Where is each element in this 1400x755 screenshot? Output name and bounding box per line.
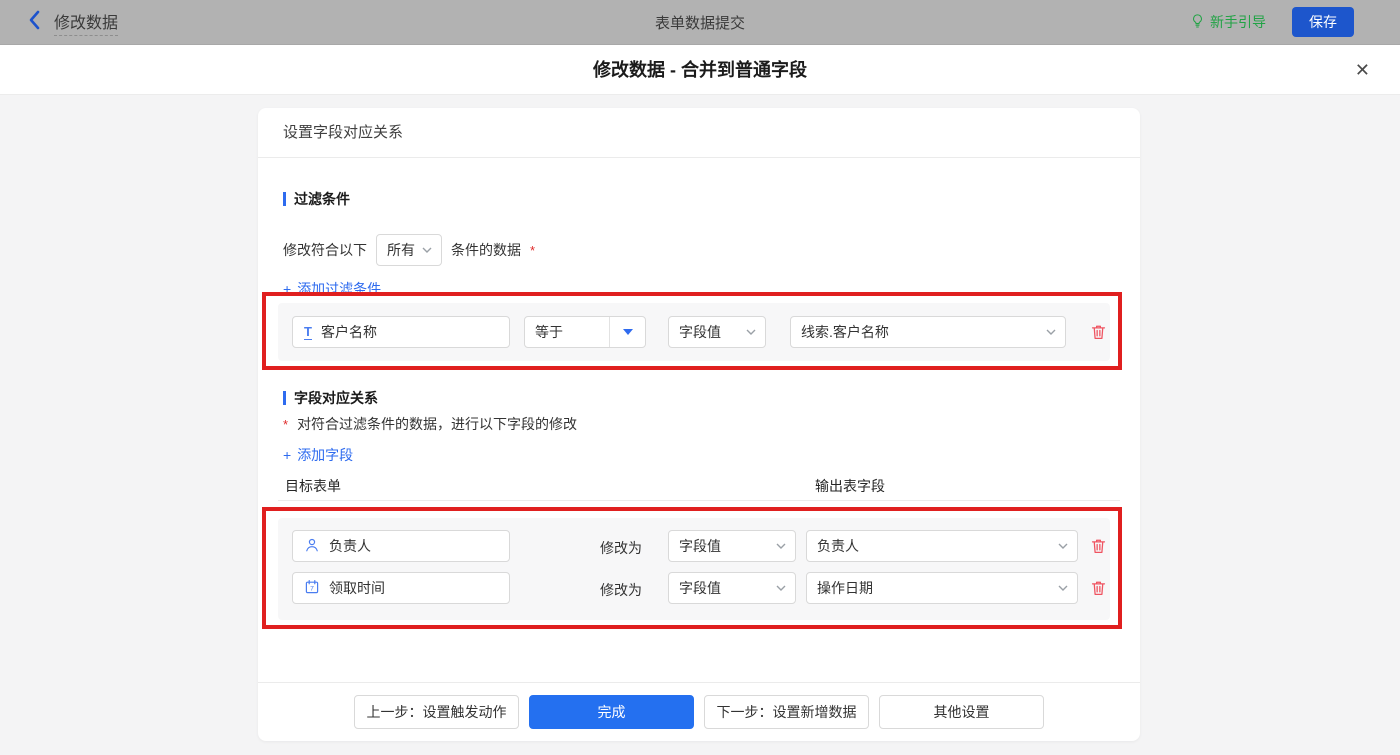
value-type-select[interactable]: 字段值 bbox=[668, 530, 796, 562]
beginner-guide-label: 新手引导 bbox=[1210, 14, 1266, 30]
topbar-actions: 新手引导 保存 bbox=[1190, 7, 1400, 37]
output-field-select[interactable]: 操作日期 bbox=[806, 572, 1078, 604]
footer-buttons: 上一步：设置触发动作 完成 下一步：设置新增数据 其他设置 bbox=[258, 695, 1140, 729]
section-bar-icon bbox=[283, 192, 286, 206]
svg-text:7: 7 bbox=[310, 585, 314, 592]
required-asterisk: * bbox=[530, 242, 536, 258]
chevron-down-icon bbox=[776, 543, 795, 549]
mapping-rows-container: 负责人 修改为 字段值 负责人 7 领取时间 修改为 字段值 操作日期 bbox=[278, 518, 1110, 620]
plus-icon: + bbox=[283, 447, 292, 463]
col-output-field: 输出表字段 bbox=[815, 478, 885, 494]
divider bbox=[278, 500, 1120, 501]
filter-field-input[interactable]: T 客户名称 bbox=[292, 316, 510, 348]
filter-section-title: 过滤条件 bbox=[283, 189, 350, 209]
chevron-down-icon bbox=[1046, 329, 1065, 335]
done-button[interactable]: 完成 bbox=[529, 695, 694, 729]
operator-select[interactable]: 等于 bbox=[524, 316, 646, 348]
user-icon bbox=[304, 537, 320, 556]
plus-icon: + bbox=[283, 281, 292, 297]
settings-card: 设置字段对应关系 过滤条件 修改符合以下 所有 条件的数据 * + 添加过滤条件 bbox=[258, 108, 1140, 741]
sentence-prefix: 修改符合以下 bbox=[283, 242, 367, 258]
operator-caret-button[interactable] bbox=[609, 317, 645, 347]
divider bbox=[258, 682, 1140, 683]
add-filter-condition-link[interactable]: + 添加过滤条件 bbox=[283, 279, 381, 299]
save-button[interactable]: 保存 bbox=[1292, 7, 1354, 37]
modal-header: 修改数据 - 合并到普通字段 ✕ bbox=[0, 45, 1400, 95]
mapping-section-title: 字段对应关系 bbox=[283, 388, 378, 408]
beginner-guide-link[interactable]: 新手引导 bbox=[1190, 12, 1266, 32]
card-header-title: 设置字段对应关系 bbox=[283, 124, 404, 141]
modify-to-label: 修改为 bbox=[600, 582, 642, 598]
sentence-suffix: 条件的数据 bbox=[451, 242, 521, 258]
chevron-down-icon bbox=[1058, 585, 1077, 591]
modal-title: 修改数据 - 合并到普通字段 bbox=[593, 60, 807, 80]
value-select[interactable]: 线索.客户名称 bbox=[790, 316, 1066, 348]
modify-to-label: 修改为 bbox=[600, 540, 642, 556]
card-header: 设置字段对应关系 bbox=[258, 108, 1140, 158]
chevron-down-icon bbox=[1058, 543, 1077, 549]
delete-condition-trash-icon[interactable] bbox=[1090, 323, 1107, 341]
close-icon[interactable]: ✕ bbox=[1349, 45, 1376, 95]
target-field-input[interactable]: 负责人 bbox=[292, 530, 510, 562]
filter-condition-row: T 客户名称 等于 字段值 线索.客户名称 bbox=[278, 303, 1110, 361]
filter-sentence: 修改符合以下 所有 条件的数据 * bbox=[283, 234, 535, 266]
mapping-description: * 对符合过滤条件的数据，进行以下字段的修改 bbox=[283, 416, 578, 432]
match-mode-select[interactable]: 所有 bbox=[376, 234, 442, 266]
topbar: 修改数据 表单数据提交 新手引导 保存 bbox=[0, 0, 1400, 45]
lightbulb-icon bbox=[1190, 13, 1205, 32]
output-field-select[interactable]: 负责人 bbox=[806, 530, 1078, 562]
caret-down-icon bbox=[622, 329, 633, 335]
target-field-input[interactable]: 7 领取时间 bbox=[292, 572, 510, 604]
value-type-select[interactable]: 字段值 bbox=[668, 316, 766, 348]
chevron-down-icon bbox=[422, 247, 441, 253]
text-field-icon: T bbox=[304, 323, 312, 340]
delete-row-trash-icon[interactable] bbox=[1090, 579, 1107, 597]
required-asterisk: * bbox=[283, 416, 289, 432]
value-type-select[interactable]: 字段值 bbox=[668, 572, 796, 604]
chevron-down-icon bbox=[776, 585, 795, 591]
chevron-down-icon bbox=[746, 329, 765, 335]
calendar-icon: 7 bbox=[304, 579, 320, 598]
other-settings-button[interactable]: 其他设置 bbox=[879, 695, 1044, 729]
col-target-form: 目标表单 bbox=[285, 478, 341, 494]
prev-step-button[interactable]: 上一步：设置触发动作 bbox=[354, 695, 519, 729]
section-bar-icon bbox=[283, 391, 286, 405]
delete-row-trash-icon[interactable] bbox=[1090, 537, 1107, 555]
next-step-button[interactable]: 下一步：设置新增数据 bbox=[704, 695, 869, 729]
add-field-link[interactable]: + 添加字段 bbox=[283, 445, 353, 465]
page: 修改数据 表单数据提交 新手引导 保存 修改数据 - 合并到普通字段 ✕ 设置字… bbox=[0, 0, 1400, 755]
